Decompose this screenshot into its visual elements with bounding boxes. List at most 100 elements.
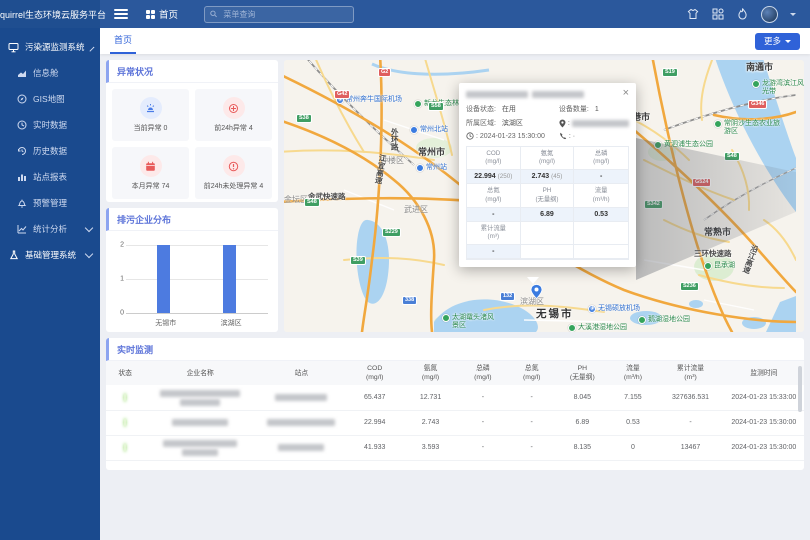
map-label-district: 滨湖区 (520, 298, 544, 307)
poi-blue-icon (416, 164, 424, 172)
phone-icon (559, 132, 567, 140)
breadcrumb[interactable]: 首页 (146, 7, 178, 21)
alarm-bell-icon (16, 198, 27, 209)
road-shield: G2 (378, 68, 391, 77)
flame-icon[interactable] (736, 8, 749, 21)
poi-green-icon (568, 324, 576, 332)
map-label-poi-green: 太湖鼋头渚风景区 (442, 314, 498, 329)
monitor-system-icon (8, 42, 19, 53)
poi-green-icon (752, 80, 760, 88)
bar-wuxi (157, 245, 170, 313)
chevron-down-icon (85, 249, 93, 257)
user-avatar[interactable] (761, 6, 778, 23)
road-shield: S236 (680, 282, 699, 291)
poi-green-icon (638, 316, 646, 324)
redacted-company-name (145, 440, 255, 456)
menu-search[interactable] (204, 6, 354, 23)
road-shield: S19 (662, 68, 678, 77)
clock-icon (466, 132, 474, 140)
poi-green-icon (442, 314, 450, 322)
sidebar-item-realtime-data[interactable]: 实时数据 (0, 112, 100, 138)
status-online-dot (124, 393, 126, 402)
main-area: 首页 更多 异常状况 当前异常 0 (100, 28, 810, 540)
sidebar-item-info-cabin[interactable]: 信息舱 (0, 60, 100, 86)
chevron-down-icon[interactable] (790, 13, 796, 19)
status-online-dot (124, 443, 126, 452)
pin-icon (559, 119, 566, 128)
road-shield: S48 (304, 198, 320, 207)
bar-binhu (223, 245, 236, 313)
sidebar-item-statistics[interactable]: 统计分析 (0, 216, 100, 242)
table-header-row: 状态 企业名称 站点 COD(mg/l) 氨氮(mg/l) 总磷(mg/l) 总… (106, 361, 804, 385)
road-shield: S39 (350, 256, 366, 265)
layout-icon[interactable] (711, 8, 724, 21)
stat-24h-unhandled: 前24h未处理异常 4 (195, 147, 272, 199)
stat-24h-abnormal: 前24h异常 4 (195, 89, 272, 141)
target-alert-icon (223, 97, 245, 119)
status-online-dot (124, 418, 126, 427)
sidebar-section-basic-management[interactable]: 基础管理系统 (0, 242, 100, 268)
sidebar-item-alert-management[interactable]: 预警管理 (0, 190, 100, 216)
compass-icon (16, 94, 27, 105)
poi-green-icon (704, 262, 712, 270)
map-label-city-big: 无锡市 (536, 309, 574, 321)
theme-skin-icon[interactable] (686, 8, 699, 21)
info-cabin-icon (16, 68, 27, 79)
hamburger-menu-icon[interactable] (114, 9, 128, 19)
map-label-poi-blue: ✈无锡硕放机场 (588, 305, 640, 313)
map-label-poi-green: 大溪港湿地公园 (568, 324, 627, 332)
device-count: 1 (595, 106, 599, 113)
table-row[interactable]: 65.437 12.731 - - 8.045 7.155 327636.531… (106, 385, 804, 410)
bar-chart-icon (16, 172, 27, 183)
redacted-address (572, 120, 629, 127)
panel-title-abnormal: 异常状况 (106, 60, 278, 83)
road-shield: S38 (296, 114, 312, 123)
app-logo: Squirrel生态环境云服务平台 (0, 0, 100, 28)
popup-arrow (527, 277, 539, 290)
search-icon (210, 10, 217, 18)
sidebar-section-pollution-monitor[interactable]: 污染源监测系统 (0, 34, 100, 60)
road-shield: S229 (382, 228, 401, 237)
tab-home[interactable]: 首页 (110, 28, 136, 54)
close-icon[interactable]: × (623, 89, 629, 98)
map-label-poi-green: 鹅湖湿地公园 (638, 316, 690, 324)
home-grid-icon (146, 10, 155, 19)
poi-blue-icon: ✈ (588, 305, 596, 313)
more-button[interactable]: 更多 (755, 33, 800, 50)
map-label-poi-blue: 常州北站 (410, 126, 448, 134)
breadcrumb-home: 首页 (159, 7, 178, 21)
poi-green-icon (414, 100, 422, 108)
map-label-poi-blue: 常州站 (416, 164, 447, 172)
table-row[interactable]: 41.933 3.593 - - 8.135 0 13467 2024-01-2… (106, 435, 804, 460)
monitor-table: 状态 企业名称 站点 COD(mg/l) 氨氮(mg/l) 总磷(mg/l) 总… (106, 361, 804, 461)
sidebar-item-station-report[interactable]: 站点报表 (0, 164, 100, 190)
popup-time: : 2024-01-23 15:30:00 (476, 133, 545, 140)
map-label-poi-green: 常阴沙生态农业旅游区 (714, 120, 782, 135)
abnormal-status-panel: 异常状况 当前异常 0 前24h异常 4 (106, 60, 278, 202)
map-label-poi-green: 昆承湖 (704, 262, 735, 270)
table-scrollbar[interactable] (798, 366, 802, 412)
search-input[interactable] (221, 9, 348, 20)
map-label-road-v: 外环路 (390, 128, 398, 151)
gis-map[interactable]: ✈常州奔牛国际机场新龙生态林常州北站常州市钟楼区常州站金坛区金武快速路武进区南通… (284, 60, 804, 332)
sidebar-item-gis-map[interactable]: GIS地图 (0, 86, 100, 112)
table-row[interactable]: 22.994 2.743 - - 6.89 0.53 - 2024-01-23 … (106, 410, 804, 435)
redacted-station-title (466, 89, 619, 98)
popup-phone: : · (569, 133, 575, 140)
trend-chart-icon (16, 224, 27, 235)
redacted-station-name (257, 419, 346, 426)
popup-metrics-table: COD(mg/l) 氨氮(mg/l) 总磷(mg/l) 22.994 (250)… (466, 146, 629, 260)
exclamation-circle-icon (223, 155, 245, 177)
realtime-monitor-panel: 实时监测 状态 企业名称 站点 COD(mg/l) 氨氮(mg/l) 总磷(mg… (106, 338, 804, 470)
siren-icon (140, 97, 162, 119)
road-shield: 132 (500, 292, 515, 301)
road-shield: 338 (402, 296, 417, 305)
redacted-company-name (145, 390, 255, 406)
clock-icon (16, 120, 27, 131)
history-icon (16, 146, 27, 157)
bar-chart: 2 1 0 无锡市 滨湖区 (126, 241, 268, 330)
enterprise-distribution-panel: 排污企业分布 2 1 0 无锡市 滨湖区 (106, 208, 278, 332)
map-label-city: 常州市 (418, 148, 445, 158)
sidebar-item-history-data[interactable]: 历史数据 (0, 138, 100, 164)
map-label-poi-green: 龙游湾滨江风光带 (752, 80, 804, 95)
